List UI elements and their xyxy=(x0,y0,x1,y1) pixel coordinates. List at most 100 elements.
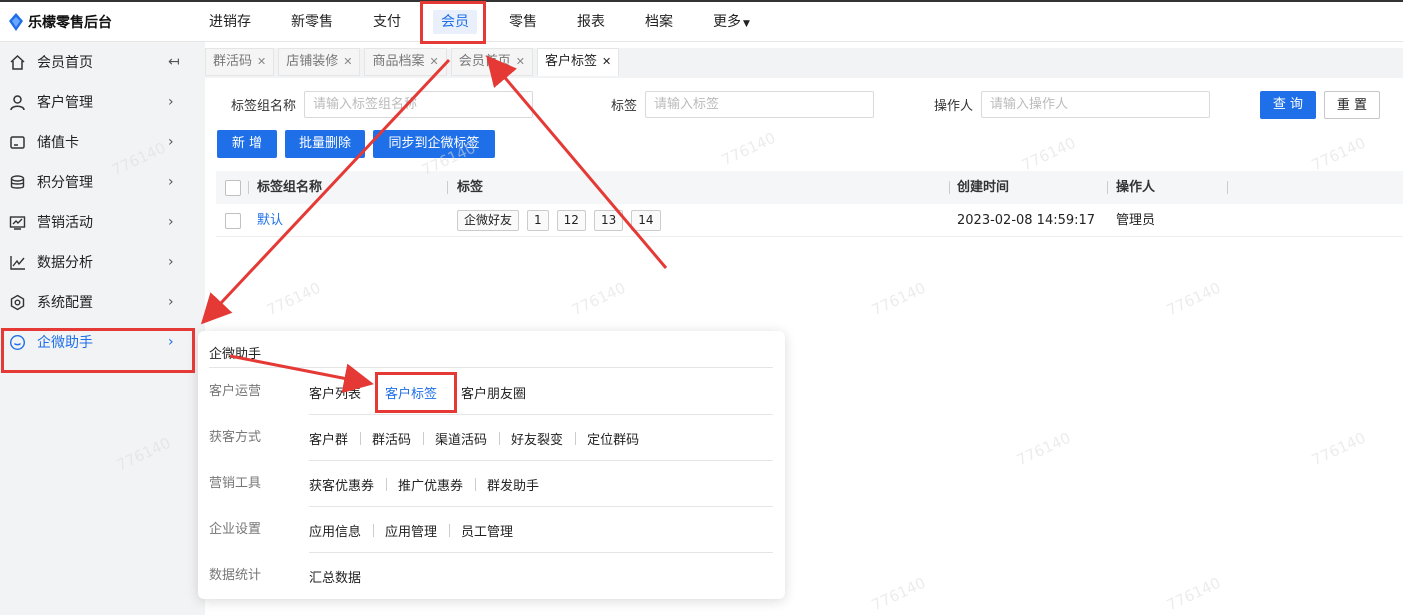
table-row: 默认 企微好友 1 12 13 14 2023-02-08 14:59:17 管理员 xyxy=(216,204,1403,237)
chevron-right-icon: › xyxy=(168,174,174,190)
annotation-box-wecom-assistant xyxy=(1,328,195,373)
nav-item-more[interactable]: 更多 ▼ xyxy=(699,2,764,42)
operator-name: 管理员 xyxy=(1116,213,1156,228)
settings-icon xyxy=(8,293,26,311)
chevron-right-icon: › xyxy=(168,214,174,230)
tab-label: 店铺装修 xyxy=(286,54,339,69)
menu-link-acquisition-coupon[interactable]: 获客优惠券 xyxy=(309,475,386,494)
close-icon[interactable]: ✕ xyxy=(257,48,266,76)
created-time: 2023-02-08 14:59:17 xyxy=(957,213,1096,228)
sidebar-item-label: 系统配置 xyxy=(37,295,93,311)
menu-link-promotion-coupon[interactable]: 推广优惠券 xyxy=(386,475,475,494)
nav-item-archive[interactable]: 档案 xyxy=(631,2,687,42)
menu-section-statistics: 数据统计 汇总数据 xyxy=(209,553,773,599)
tab-group-live-code[interactable]: 群活码 ✕ xyxy=(205,48,275,76)
sidebar-item-marketing[interactable]: 营销活动 › xyxy=(0,202,205,242)
table-header: 标签组名称 标签 创建时间 操作人 xyxy=(216,171,1403,204)
sidebar-item-analytics[interactable]: 数据分析 › xyxy=(0,242,205,282)
menu-section-acquisition: 获客方式 客户群 群活码 渠道活码 好友裂变 定位群码 xyxy=(209,415,773,461)
nav-label: 报表 xyxy=(577,14,605,30)
nav-item-reports[interactable]: 报表 xyxy=(563,2,619,42)
chevron-right-icon: › xyxy=(168,94,174,110)
menu-link-mass-message[interactable]: 群发助手 xyxy=(475,475,551,494)
tab-label: 商品档案 xyxy=(372,54,425,69)
column-divider xyxy=(248,181,249,194)
menu-link-group-live-code[interactable]: 群活码 xyxy=(360,429,423,448)
menu-link-channel-live-code[interactable]: 渠道活码 xyxy=(423,429,499,448)
nav-item-inventory[interactable]: 进销存 xyxy=(195,2,265,42)
tag-chip: 企微好友 xyxy=(457,210,520,231)
nav-label: 零售 xyxy=(509,14,537,30)
tab-label: 会员首页 xyxy=(458,54,511,69)
menu-link-customer-group[interactable]: 客户群 xyxy=(309,429,360,448)
sidebar-item-label: 数据分析 xyxy=(37,255,93,271)
close-icon[interactable]: ✕ xyxy=(429,48,438,76)
reset-button[interactable]: 重 置 xyxy=(1324,91,1380,119)
tab-store-decoration[interactable]: 店铺装修 ✕ xyxy=(278,48,361,76)
sidebar-item-member-home[interactable]: 会员首页 ↤ xyxy=(0,42,205,82)
annotation-box-member-nav xyxy=(420,1,486,44)
close-icon[interactable]: ✕ xyxy=(343,48,352,76)
sidebar-item-system-config[interactable]: 系统配置 › xyxy=(0,282,205,322)
column-divider xyxy=(1227,181,1228,194)
app-logo[interactable]: 乐檬零售后台 xyxy=(8,12,112,32)
sync-wecom-tags-button[interactable]: 同步到企微标签 xyxy=(373,130,495,158)
menu-category: 数据统计 xyxy=(209,568,262,583)
menu-link-summary-data[interactable]: 汇总数据 xyxy=(309,567,373,586)
group-name-link[interactable]: 默认 xyxy=(257,204,283,237)
column-header-operator: 操作人 xyxy=(1116,180,1156,195)
menu-link-customer-list[interactable]: 客户列表 xyxy=(309,383,373,402)
nav-label: 更多 xyxy=(713,14,741,30)
menu-category: 客户运营 xyxy=(209,384,262,399)
menu-link-app-management[interactable]: 应用管理 xyxy=(373,521,449,540)
divider xyxy=(209,367,773,368)
menu-category: 企业设置 xyxy=(209,522,262,537)
filter-label: 标签组名称 xyxy=(231,99,297,114)
tab-product-archive[interactable]: 商品档案 ✕ xyxy=(364,48,447,76)
page-tabs: 群活码 ✕ 店铺装修 ✕ 商品档案 ✕ 会员首页 ✕ 客户标签 ✕ xyxy=(205,48,1403,78)
chevron-right-icon: › xyxy=(168,254,174,270)
monitor-icon xyxy=(8,213,26,231)
nav-item-retail[interactable]: 零售 xyxy=(495,2,551,42)
close-icon[interactable]: ✕ xyxy=(516,48,525,76)
menu-link-friend-fission[interactable]: 好友裂变 xyxy=(499,429,575,448)
sidebar-item-customers[interactable]: 客户管理 › xyxy=(0,82,205,122)
tab-label: 客户标签 xyxy=(544,54,597,69)
row-checkbox[interactable] xyxy=(225,213,241,229)
caret-down-icon: ▼ xyxy=(743,19,750,29)
sidebar-item-label: 客户管理 xyxy=(37,95,93,111)
filter-label: 标签 xyxy=(611,99,638,114)
menu-category: 获客方式 xyxy=(209,430,262,445)
select-all-checkbox[interactable] xyxy=(225,180,241,196)
menu-link-app-info[interactable]: 应用信息 xyxy=(309,521,373,540)
group-name-input[interactable]: 请输入标签组名称 xyxy=(304,91,534,118)
sidebar-item-stored-card[interactable]: 储值卡 › xyxy=(0,122,205,162)
tab-member-home[interactable]: 会员首页 ✕ xyxy=(450,48,533,76)
chart-icon xyxy=(8,253,26,271)
close-icon[interactable]: ✕ xyxy=(602,48,611,76)
coins-icon xyxy=(8,173,26,191)
sidebar-item-points[interactable]: 积分管理 › xyxy=(0,162,205,202)
query-button[interactable]: 查 询 xyxy=(1260,91,1316,119)
column-header-tags: 标签 xyxy=(457,180,484,195)
filter-tag: 标签 请输入标签 xyxy=(611,91,875,118)
batch-delete-button[interactable]: 批量删除 xyxy=(285,130,365,158)
tab-customer-tags[interactable]: 客户标签 ✕ xyxy=(536,48,620,76)
operator-input[interactable]: 请输入操作人 xyxy=(981,91,1211,118)
menu-link-location-group-code[interactable]: 定位群码 xyxy=(575,429,651,448)
app-title: 乐檬零售后台 xyxy=(28,15,112,31)
nav-label: 进销存 xyxy=(209,14,251,30)
menu-link-staff-management[interactable]: 员工管理 xyxy=(449,521,525,540)
nav-item-new-retail[interactable]: 新零售 xyxy=(277,2,347,42)
tag-input[interactable]: 请输入标签 xyxy=(645,91,875,118)
nav-item-payment[interactable]: 支付 xyxy=(359,2,415,42)
logo-icon xyxy=(9,13,23,31)
wecom-assistant-menu: 企微助手 客户运营 客户列表 客户标签 客户朋友圈 获客方式 客户群 群活码 渠… xyxy=(198,331,785,599)
column-divider xyxy=(949,181,950,194)
collapse-sidebar-icon[interactable]: ↤ xyxy=(168,54,180,70)
sidebar-item-label: 会员首页 xyxy=(37,55,93,71)
menu-link-customer-moments[interactable]: 客户朋友圈 xyxy=(449,383,538,402)
column-header-group: 标签组名称 xyxy=(257,180,323,195)
add-button[interactable]: 新 增 xyxy=(217,130,277,158)
user-icon xyxy=(8,93,26,111)
